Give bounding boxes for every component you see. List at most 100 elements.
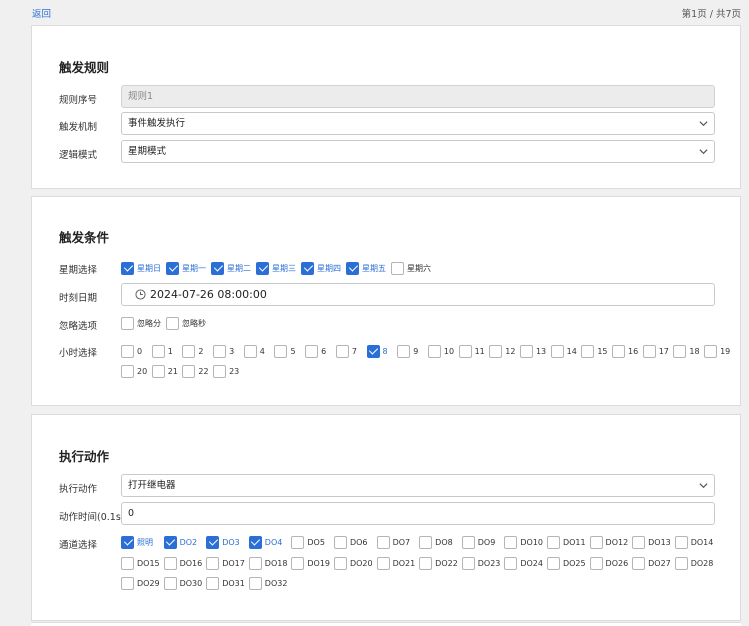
hour-checkbox[interactable] [121, 364, 134, 378]
channel-checkbox-item[interactable]: DO14 [674, 535, 718, 549]
channel-checkbox[interactable] [163, 535, 177, 549]
channel-checkbox[interactable] [121, 556, 134, 570]
hour-checkbox-item[interactable]: 17 [642, 344, 674, 358]
channel-checkbox-item[interactable]: DO16 [163, 556, 207, 570]
channel-checkbox[interactable] [333, 535, 347, 549]
weekday-checkbox[interactable] [391, 261, 404, 275]
weekday-checkbox-item[interactable]: 星期五 [346, 261, 386, 275]
channel-checkbox-item[interactable]: DO18 [248, 556, 292, 570]
channel-checkbox-item[interactable]: DO24 [504, 556, 547, 570]
hour-checkbox[interactable] [243, 344, 257, 358]
channel-checkbox[interactable] [674, 556, 688, 570]
channel-checkbox[interactable] [121, 535, 134, 549]
weekday-checkbox[interactable] [166, 261, 179, 275]
hour-checkbox-item[interactable]: 3 [213, 344, 244, 358]
hour-checkbox[interactable] [335, 344, 349, 358]
channel-checkbox[interactable] [589, 535, 603, 549]
channel-checkbox-item[interactable]: DO22 [419, 556, 462, 570]
channel-checkbox-item[interactable]: DO28 [674, 556, 718, 570]
channel-checkbox[interactable] [163, 576, 177, 590]
ignore-checkbox-item[interactable]: 忽略分 [121, 316, 161, 330]
channel-checkbox[interactable] [632, 556, 646, 570]
channel-checkbox-item[interactable]: DO4 [248, 535, 292, 549]
channel-checkbox-item[interactable]: DO21 [376, 556, 420, 570]
hour-checkbox[interactable] [704, 344, 718, 358]
hour-checkbox-item[interactable]: 11 [458, 344, 490, 358]
hour-checkbox[interactable] [397, 344, 411, 358]
hour-checkbox-item[interactable]: 23 [213, 364, 244, 378]
channel-checkbox[interactable] [376, 535, 390, 549]
hour-checkbox-item[interactable]: 10 [427, 344, 459, 358]
hour-checkbox-item[interactable]: 1 [151, 344, 183, 358]
channel-checkbox-item[interactable]: DO20 [333, 556, 377, 570]
weekday-checkbox[interactable] [121, 261, 134, 275]
hour-checkbox-item[interactable]: 5 [274, 344, 305, 358]
channel-checkbox[interactable] [121, 576, 134, 590]
hour-checkbox[interactable] [213, 344, 227, 358]
channel-checkbox-item[interactable]: DO29 [121, 576, 164, 590]
logic-select[interactable]: 星期模式 [121, 140, 715, 163]
hour-checkbox-item[interactable]: 0 [121, 344, 152, 358]
back-link[interactable]: 返回 [32, 6, 51, 20]
channel-checkbox[interactable] [248, 576, 262, 590]
hour-checkbox[interactable] [182, 344, 196, 358]
channel-checkbox[interactable] [546, 556, 560, 570]
channel-checkbox-item[interactable]: DO8 [419, 535, 462, 549]
channel-checkbox-item[interactable]: DO11 [546, 535, 590, 549]
ignore-checkbox[interactable] [121, 316, 134, 330]
channel-checkbox-item[interactable]: 照明 [121, 535, 164, 549]
ignore-checkbox[interactable] [166, 316, 179, 330]
hour-checkbox-item[interactable]: 7 [335, 344, 367, 358]
duration-input[interactable]: 0 [121, 502, 715, 525]
hour-checkbox-item[interactable]: 6 [305, 344, 336, 358]
channel-checkbox[interactable] [163, 556, 177, 570]
channel-checkbox-item[interactable]: DO6 [333, 535, 377, 549]
channel-checkbox-item[interactable]: DO30 [163, 576, 207, 590]
hour-checkbox-item[interactable]: 22 [182, 364, 213, 378]
channel-checkbox-item[interactable]: DO19 [291, 556, 334, 570]
hour-checkbox-item[interactable]: 9 [397, 344, 428, 358]
channel-checkbox[interactable] [632, 535, 646, 549]
hour-checkbox-item[interactable]: 13 [519, 344, 551, 358]
hour-checkbox-item[interactable]: 14 [550, 344, 582, 358]
weekday-checkbox[interactable] [211, 261, 224, 275]
channel-checkbox[interactable] [248, 556, 262, 570]
hour-checkbox[interactable] [213, 364, 227, 378]
channel-checkbox-item[interactable]: DO10 [504, 535, 547, 549]
weekday-checkbox-item[interactable]: 星期六 [391, 261, 431, 275]
hour-checkbox[interactable] [151, 344, 165, 358]
channel-checkbox[interactable] [291, 556, 305, 570]
mechanism-select[interactable]: 事件触发执行 [121, 112, 715, 135]
weekday-checkbox-item[interactable]: 星期日 [121, 261, 161, 275]
channel-checkbox[interactable] [504, 556, 518, 570]
channel-checkbox-item[interactable]: DO32 [248, 576, 292, 590]
hour-checkbox[interactable] [182, 364, 196, 378]
hour-checkbox[interactable] [550, 344, 564, 358]
hour-checkbox[interactable] [673, 344, 687, 358]
channel-checkbox-item[interactable]: DO26 [589, 556, 633, 570]
channel-checkbox[interactable] [206, 556, 220, 570]
channel-checkbox[interactable] [504, 535, 518, 549]
hour-checkbox[interactable] [581, 344, 595, 358]
weekday-checkbox[interactable] [346, 261, 359, 275]
channel-checkbox-item[interactable]: DO17 [206, 556, 249, 570]
hour-checkbox[interactable] [642, 344, 656, 358]
hour-checkbox[interactable] [519, 344, 533, 358]
weekday-checkbox-item[interactable]: 星期三 [256, 261, 296, 275]
channel-checkbox[interactable] [674, 535, 688, 549]
channel-checkbox-item[interactable]: DO23 [461, 556, 505, 570]
hour-checkbox-item[interactable]: 12 [489, 344, 520, 358]
hour-checkbox-item[interactable]: 19 [704, 344, 735, 358]
hour-checkbox-item[interactable]: 16 [612, 344, 643, 358]
channel-checkbox[interactable] [248, 535, 262, 549]
channel-checkbox[interactable] [461, 535, 475, 549]
channel-checkbox-item[interactable]: DO2 [163, 535, 207, 549]
channel-checkbox[interactable] [333, 556, 347, 570]
hour-checkbox[interactable] [366, 344, 380, 358]
hour-checkbox[interactable] [458, 344, 472, 358]
channel-checkbox-item[interactable]: DO5 [291, 535, 334, 549]
hour-checkbox[interactable] [427, 344, 441, 358]
hour-checkbox-item[interactable]: 15 [581, 344, 612, 358]
datetime-input[interactable]: 2024-07-26 08:00:00 [121, 283, 715, 306]
weekday-checkbox-item[interactable]: 星期四 [301, 261, 341, 275]
